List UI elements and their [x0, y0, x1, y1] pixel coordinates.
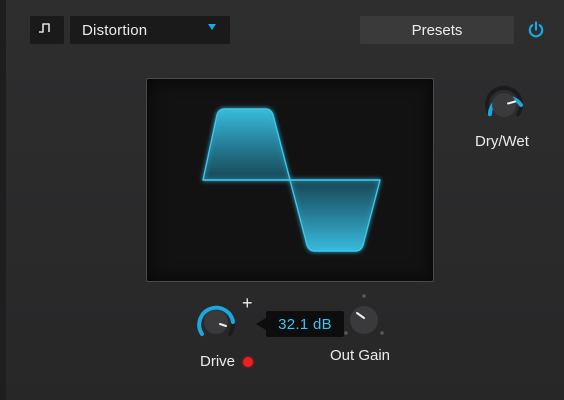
effect-type-label: Distortion [82, 22, 148, 39]
drive-knob[interactable] [188, 296, 244, 349]
clipped-wave-shape [202, 108, 381, 252]
waveform-display [146, 78, 434, 282]
out-gain-label: Out Gain [330, 347, 391, 364]
out-gain-knob[interactable] [338, 292, 390, 349]
power-icon[interactable] [526, 20, 546, 40]
waveform-type-button[interactable] [30, 16, 64, 44]
dry-wet-knob[interactable] [477, 78, 531, 137]
waveform-graph [202, 108, 381, 252]
chevron-down-icon [208, 24, 216, 30]
presets-button[interactable]: Presets [360, 16, 514, 44]
drive-value-tooltip: 32.1 dB [266, 311, 344, 337]
effect-type-dropdown[interactable]: Distortion [70, 16, 230, 44]
sine-wave-icon [38, 21, 56, 40]
modulation-plus-icon[interactable]: + [242, 294, 253, 312]
drive-label: Drive [200, 353, 236, 370]
panel-edge [0, 0, 6, 400]
dry-wet-label: Dry/Wet [475, 133, 529, 150]
tooltip-arrow [256, 318, 266, 330]
record-indicator-icon[interactable] [243, 357, 253, 367]
